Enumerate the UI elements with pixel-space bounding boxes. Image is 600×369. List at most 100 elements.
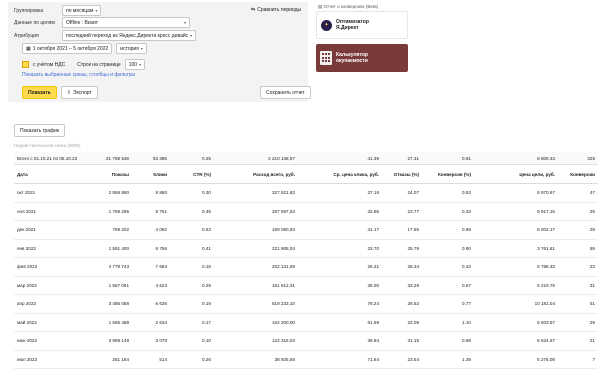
table-row: мар 2022 1 587 061 4 623 0.29 161 812,31 35.0… xyxy=(14,276,598,295)
total-cell: 27.31 xyxy=(382,152,422,165)
table-row: окт 2021 2 958 860 8 860 0.30 327 621,62 37.1… xyxy=(14,183,598,203)
table-cell: 9 917.16 xyxy=(474,202,558,221)
save-report-button[interactable]: Сохранить отчет xyxy=(260,86,311,99)
compare-periods-button[interactable]: ⇆ Сравнить периоды xyxy=(248,5,304,14)
export-button[interactable]: ⇪ Экспорт xyxy=(60,86,98,99)
table-cell: 3 070 xyxy=(132,331,170,351)
export-label: Экспорт xyxy=(72,89,92,96)
table-cell: 7 xyxy=(558,350,598,369)
history-select[interactable]: история ▾ xyxy=(116,43,147,54)
row-date-cell: окт 2021 xyxy=(14,183,86,203)
column-header[interactable]: Клики xyxy=(132,164,170,184)
total-cell: 325 xyxy=(558,152,598,165)
vat-label: с учётом НДС xyxy=(33,61,66,68)
column-header[interactable]: Конверсия (%) xyxy=(422,164,474,184)
stats-table: Всего с 01.10.21 по 05.10.22 21 788 548 … xyxy=(14,152,598,369)
table-cell: 1.39 xyxy=(422,350,474,369)
table-row: дек 2021 769 202 4 082 0.53 169 060,63 41.17 1… xyxy=(14,220,598,240)
column-header[interactable]: Показы xyxy=(86,164,132,184)
show-selected-link[interactable]: Показать выбранные срезы, столбцы и филь… xyxy=(22,72,135,78)
table-cell: 5 219.75 xyxy=(474,276,558,295)
column-header[interactable]: Отказы (%) xyxy=(382,164,422,184)
compare-icon: ⇆ xyxy=(251,6,256,13)
table-cell: 78.24 xyxy=(298,294,382,314)
table-cell: 29 xyxy=(558,313,598,332)
optimizer-card[interactable]: ✦ Оптимизатор Я.Директ xyxy=(316,11,408,39)
table-cell: 1 769 295 xyxy=(86,202,132,221)
table-cell: 0.10 xyxy=(170,331,214,351)
goal-data-select[interactable]: Offline : Визит ▾ xyxy=(62,17,190,28)
calendar-icon: ▦ xyxy=(26,45,31,52)
table-cell: 5 275.08 xyxy=(474,350,558,369)
chevron-down-icon: ▾ xyxy=(95,8,98,13)
table-cell: 0.53 xyxy=(170,220,214,240)
table-cell: 287 697,53 xyxy=(214,202,298,221)
table-cell: 4 623 xyxy=(132,276,170,295)
table-cell: 26.31 xyxy=(298,257,382,277)
table-cell: 1 587 061 xyxy=(86,276,132,295)
optimizer-logo-icon: ✦ xyxy=(321,19,332,31)
table-cell: 6 766 xyxy=(132,239,170,258)
table-cell: 3 761.61 xyxy=(474,239,558,258)
total-cell: 21 788 548 xyxy=(86,152,132,165)
total-cell: 2 210 138,97 xyxy=(214,152,298,165)
goal-data-value: Offline : Визит xyxy=(66,19,99,26)
grouping-value: по месяцам xyxy=(66,7,94,14)
table-cell: 0.68 xyxy=(422,331,474,351)
column-header[interactable]: Расход всего, руб. xyxy=(214,164,298,184)
attribution-select[interactable]: последний переход из Яндекс.Директа крос… xyxy=(62,30,197,41)
table-cell: 23.77 xyxy=(382,202,422,221)
column-header[interactable]: Конверсии xyxy=(558,164,598,184)
attribution-value: последний переход из Яндекс.Директа крос… xyxy=(66,32,189,39)
optimizer-title: Оптимизатор Я.Директ xyxy=(336,19,369,31)
table-cell: 5 624.67 xyxy=(474,331,558,351)
table-cell: 6 970.67 xyxy=(474,183,558,203)
table-cell: 0.67 xyxy=(422,276,474,295)
table-cell: 0.43 xyxy=(422,257,474,277)
row-date-cell: фев 2022 xyxy=(14,257,86,277)
table-cell: 7 684 xyxy=(132,257,170,277)
table-cell: 0.41 xyxy=(170,239,214,258)
table-cell: 31 xyxy=(558,276,598,295)
table-row: фев 2022 4 779 743 7 684 0.16 202 131,59 26.3… xyxy=(14,257,598,277)
conversion-report-link[interactable]: ▤ Отчет о конверсиях (Beta) xyxy=(318,4,378,10)
table-cell: 0.26 xyxy=(170,350,214,369)
table-row: янв 2022 1 591 400 6 766 0.41 221 905,04 33.7… xyxy=(14,239,598,258)
total-cell: 41.39 xyxy=(298,152,382,165)
table-cell: 23 xyxy=(558,257,598,277)
table-cell: 0.90 xyxy=(422,239,474,258)
table-cell: 0.30 xyxy=(170,183,214,203)
table-row: апр 2022 3 485 058 6 636 0.19 519 233,10 78.2… xyxy=(14,294,598,314)
rows-per-page-select[interactable]: 100 ▾ xyxy=(124,59,146,70)
column-header[interactable]: CTR (%) xyxy=(170,164,214,184)
show-button[interactable]: Показать xyxy=(22,86,57,99)
column-header[interactable]: Ср. цена клика, руб. xyxy=(298,164,382,184)
table-cell: 29.52 xyxy=(382,294,422,314)
vat-checkbox[interactable] xyxy=(22,61,29,68)
total-label: Всего с 01.10.21 по 05.10.22 xyxy=(14,152,86,165)
table-total-row: Всего с 01.10.21 по 05.10.22 21 788 548 … xyxy=(14,152,598,165)
grouping-select[interactable]: по месяцам ▾ xyxy=(62,5,102,16)
table-header-row: Дата Показы Клики CTR (%) Расход всего, руб.… xyxy=(14,164,598,184)
filter-panel: Группировка по месяцам ▾ ⇆ Сравнить период… xyxy=(8,2,311,102)
roi-calculator-card[interactable]: Калькулятор окупаемости xyxy=(316,44,408,72)
table-cell: 8 860 xyxy=(132,183,170,203)
table-cell: 17.55 xyxy=(382,220,422,240)
show-graph-button[interactable]: Показать график xyxy=(14,124,66,137)
table-cell: 769 202 xyxy=(86,220,132,240)
calculator-title-line2: окупаемости xyxy=(336,58,368,64)
table-cell: 71.84 xyxy=(298,350,382,369)
export-icon: ⇪ xyxy=(66,89,71,96)
total-cell: 0.61 xyxy=(422,152,474,165)
table-cell: 0.17 xyxy=(170,313,214,332)
table-cell: 6 002.17 xyxy=(474,220,558,240)
date-range-picker[interactable]: ▦ 1 октября 2021 – 5 октября 2022 xyxy=(22,43,113,54)
table-cell: 514 xyxy=(132,350,170,369)
row-date-cell: ноя 2021 xyxy=(14,202,86,221)
total-cell: 0.25 xyxy=(170,152,214,165)
table-row: ноя 2021 1 769 295 8 751 0.49 287 697,53 32.8… xyxy=(14,202,598,221)
column-header[interactable]: Цена цели, руб. xyxy=(474,164,558,184)
table-cell: 4 779 743 xyxy=(86,257,132,277)
column-header[interactable]: Дата xyxy=(14,164,86,184)
table-cell: 161 812,31 xyxy=(214,276,298,295)
